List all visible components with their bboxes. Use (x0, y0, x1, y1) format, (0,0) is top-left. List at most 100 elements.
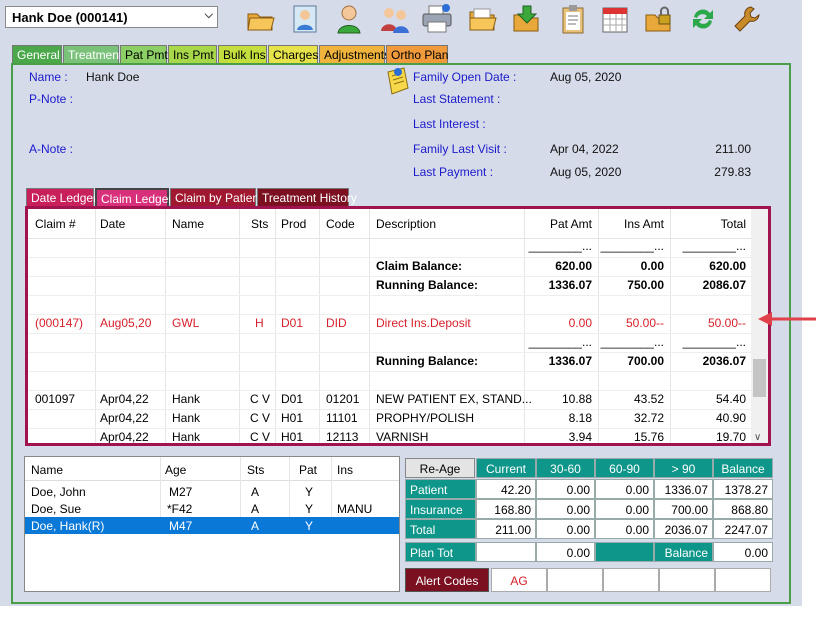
col-sts[interactable]: Sts (247, 463, 264, 477)
alert-code-slot[interactable] (715, 568, 771, 592)
claim-balance-total: 620.00 (709, 259, 746, 273)
col-description[interactable]: Description (376, 217, 436, 231)
running-balance-label: Running Balance: (376, 278, 479, 292)
chevron-down-icon[interactable]: ∨ (754, 432, 761, 443)
list-item-selected[interactable]: Doe, Hank(R) M47 A Y (25, 517, 399, 534)
col-ins-amt[interactable]: Ins Amt (598, 217, 664, 231)
patient-selector[interactable]: Hank Doe (000141) ⌵ (5, 6, 218, 28)
running-balance-label: Running Balance: (376, 354, 479, 368)
alert-codes-button[interactable]: Alert Codes (405, 568, 489, 592)
col-name[interactable]: Name (172, 217, 204, 231)
last-payment-label: Last Payment : (413, 165, 494, 179)
col-pat-amt[interactable]: Pat Amt (524, 217, 592, 231)
red-arrow-icon (756, 310, 818, 331)
alert-code-slot[interactable] (603, 568, 659, 592)
col-over-90: > 90 (654, 458, 713, 478)
aging-value: 211.00 (476, 519, 536, 539)
last-payment-date: Aug 05, 2020 (550, 165, 622, 179)
aging-value: 0.00 (595, 499, 654, 519)
reage-button[interactable]: Re-Age (405, 458, 475, 478)
notes-icon[interactable] (384, 66, 412, 96)
anote-label[interactable]: A-Note : (29, 142, 73, 156)
last-statement-label: Last Statement : (413, 92, 501, 106)
wrench-icon[interactable] (730, 2, 764, 36)
aging-value: 0.00 (536, 479, 595, 499)
printer-icon[interactable] (420, 2, 454, 36)
tab-ins-pmt[interactable]: Ins Pmt (168, 45, 217, 63)
tab-pat-pmt[interactable]: Pat Pmt (120, 45, 168, 63)
folder-icon[interactable] (244, 2, 278, 36)
col-date[interactable]: Date (100, 217, 125, 231)
tab-adjustments[interactable]: Adjustments (319, 45, 390, 63)
calendar-icon[interactable] (598, 2, 632, 36)
balance-label: Balance (654, 542, 713, 562)
chevron-down-icon[interactable]: ⌵ (205, 9, 213, 22)
col-sts[interactable]: Sts (251, 217, 268, 231)
aging-value: 0.00 (536, 499, 595, 519)
pnote-label[interactable]: P-Note : (29, 92, 73, 106)
col-code[interactable]: Code (326, 217, 355, 231)
col-claim[interactable]: Claim # (35, 217, 76, 231)
col-pat[interactable]: Pat (299, 463, 317, 477)
col-balance: Balance (713, 458, 773, 478)
claim-balance-ins: 0.00 (640, 259, 664, 273)
person-icon[interactable] (332, 2, 366, 36)
family-open-date-value: Aug 05, 2020 (550, 70, 622, 84)
lock-folder-icon[interactable] (642, 2, 676, 36)
row-total-label: Total (405, 519, 476, 539)
aging-value: 0.00 (595, 479, 654, 499)
refresh-icon[interactable] (686, 2, 720, 36)
tab-date-ledger[interactable]: Date Ledger (26, 188, 97, 206)
tab-claim-ledger[interactable]: Claim Ledger (95, 188, 172, 206)
aging-value: 868.80 (713, 499, 773, 519)
family-last-visit-label: Family Last Visit : (413, 142, 507, 156)
last-interest-label: Last Interest : (413, 117, 486, 131)
col-ins[interactable]: Ins (337, 463, 353, 477)
family-members-grid[interactable]: Name Age Sts Pat Ins Doe, John M27 A Y D… (24, 456, 400, 592)
tab-ortho-plan[interactable]: Ortho Plan (386, 45, 448, 63)
tab-charges[interactable]: Charges (268, 45, 318, 63)
family-open-date-label: Family Open Date : (413, 70, 517, 84)
plan-tot-filler (595, 542, 654, 562)
patient-photo-icon[interactable] (288, 2, 322, 36)
tab-bulk-ins[interactable]: Bulk Ins (218, 45, 267, 63)
tab-treatment[interactable]: Treatment (63, 45, 122, 63)
row-insurance-label: Insurance (405, 499, 476, 519)
aging-value: 1336.07 (654, 479, 713, 499)
running-balance-total: 2036.07 (702, 354, 746, 368)
last-payment-amount: 279.83 (714, 165, 751, 179)
running-balance-pat: 1336.07 (548, 278, 592, 292)
col-current: Current (476, 458, 536, 478)
tab-general[interactable]: General (12, 45, 62, 63)
list-item[interactable]: Doe, Sue *F42 A Y MANU (25, 500, 399, 517)
claim-ledger-grid[interactable]: Claim # Date Name Sts Prod Code Descript… (25, 206, 771, 446)
family-last-visit-amount: 211.00 (715, 142, 751, 156)
name-value: Hank Doe (86, 70, 140, 84)
aging-value: 0.00 (536, 519, 595, 539)
clipboard-icon[interactable] (556, 2, 590, 36)
family-icon[interactable] (378, 2, 412, 36)
alert-code-slot[interactable] (659, 568, 715, 592)
col-age[interactable]: Age (165, 463, 186, 477)
tab-claim-by-patient[interactable]: Claim by Patient (170, 188, 262, 206)
aging-grid: Re-Age Current 30-60 60-90 > 90 Balance … (405, 458, 773, 568)
tab-treatment-history[interactable]: Treatment History (257, 188, 357, 206)
col-name[interactable]: Name (31, 463, 63, 477)
plan-tot-empty (476, 542, 536, 562)
running-balance-total: 2086.07 (702, 278, 746, 292)
aging-value: 0.00 (595, 519, 654, 539)
scrollbar-thumb[interactable] (753, 359, 766, 397)
aging-value: 2036.07 (654, 519, 713, 539)
alert-code-slot[interactable] (547, 568, 603, 592)
download-folder-icon[interactable] (510, 2, 544, 36)
col-prod[interactable]: Prod (281, 217, 306, 231)
alert-code-slot[interactable]: AG (491, 568, 547, 592)
list-item[interactable]: Doe, John M27 A Y (25, 483, 399, 500)
col-total[interactable]: Total (670, 217, 746, 231)
folder-open-icon[interactable] (466, 2, 500, 36)
aging-value: 2247.07 (713, 519, 773, 539)
running-balance-pat: 1336.07 (548, 354, 592, 368)
plan-tot-value: 0.00 (536, 542, 595, 562)
aging-value: 1378.27 (713, 479, 773, 499)
aging-value: 700.00 (654, 499, 713, 519)
